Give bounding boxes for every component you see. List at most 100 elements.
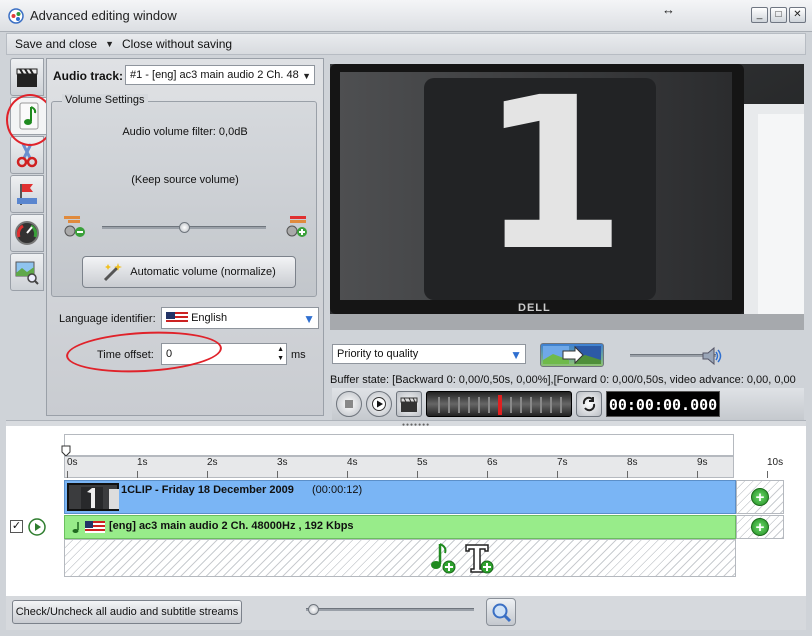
time-ruler[interactable]: 0s1s2s3s4s5s6s7s8s9s10s11s (64, 456, 783, 478)
video-thumbnail (67, 483, 119, 511)
language-select[interactable]: English ▼ (161, 307, 319, 329)
keep-source-text: (Keep source volume) (131, 174, 239, 186)
preview-mode-button[interactable] (540, 343, 604, 367)
tab-quality[interactable] (10, 214, 44, 252)
decrement-arrow-icon[interactable]: ▼ (277, 354, 284, 363)
automatic-volume-button[interactable]: Automatic volume (normalize) (82, 256, 296, 288)
ruler-tick: 5s (417, 457, 428, 478)
ruler-tick: 8s (627, 457, 638, 478)
video-track[interactable]: 1CLIP - Friday 18 December 2009 (00:00:1… (64, 480, 736, 514)
frame-step-button[interactable] (396, 391, 422, 417)
tab-cut[interactable] (10, 136, 44, 174)
audio-track-checkbox[interactable]: ✓ (10, 520, 23, 533)
volume-settings-group: Volume Settings Audio volume filter: 0,0… (51, 94, 317, 297)
tab-audio[interactable] (10, 97, 46, 135)
audio-track-label: Audio track: (53, 69, 124, 83)
zoom-button[interactable] (486, 598, 516, 626)
ruler-tick: 4s (347, 457, 358, 478)
title-bar: Advanced editing window ↔ _ □ ✕ (0, 0, 812, 32)
timeline-scroll-area[interactable] (61, 434, 734, 457)
ruler-tick: 7s (557, 457, 568, 478)
menu-bar: Save and close ▼ Close without saving (6, 33, 806, 55)
close-window-button[interactable]: ✕ (789, 7, 806, 23)
add-subtitle-icon[interactable] (463, 542, 495, 574)
save-and-close-button[interactable]: Save and close (15, 37, 97, 51)
magic-wand-icon (104, 263, 123, 282)
tab-chapters[interactable] (10, 175, 44, 213)
tab-picture[interactable] (10, 253, 44, 291)
ruler-tick: 1s (137, 457, 148, 478)
audio-track[interactable]: [eng] ac3 main audio 2 Ch. 48000Hz , 192… (64, 515, 736, 539)
bottom-bar: Check/Uncheck all audio and subtitle str… (6, 596, 806, 630)
chevron-down-icon: ▼ (302, 71, 311, 81)
close-without-saving-button[interactable]: Close without saving (122, 37, 232, 51)
play-button[interactable] (366, 391, 392, 417)
empty-track-area[interactable] (64, 539, 736, 577)
jog-wheel[interactable] (426, 391, 572, 417)
audio-track-value: #1 - [eng] ac3 main audio 2 Ch. 48 (130, 69, 299, 81)
add-audio-cell: + (736, 515, 784, 539)
volume-filter-text: Audio volume filter: 0,0dB (122, 126, 248, 138)
music-note-icon (72, 522, 79, 533)
chevron-down-icon: ▼ (303, 312, 315, 326)
ruler-tick: 9s (697, 457, 708, 478)
ruler-tick: 10s (767, 457, 784, 478)
timeline: 0s1s2s3s4s5s6s7s8s9s10s11s 1CLIP - Frida… (6, 426, 806, 596)
timecode-display: 00:00:00.000 (606, 391, 720, 417)
ruler-tick: 6s (487, 457, 498, 478)
gauge-icon (15, 221, 39, 245)
audio-track-select[interactable]: #1 - [eng] ac3 main audio 2 Ch. 48 ▼ (125, 65, 315, 85)
stop-icon (345, 400, 353, 408)
app-logo-icon (8, 8, 24, 24)
increment-arrow-icon[interactable]: ▲ (277, 345, 284, 354)
save-dropdown-icon[interactable]: ▼ (105, 39, 114, 49)
automatic-volume-label: Automatic volume (normalize) (130, 266, 276, 278)
speaker-icon[interactable] (701, 346, 723, 366)
jog-ridges (438, 395, 562, 415)
film-clapper-icon (400, 397, 418, 412)
time-offset-input[interactable]: 0 ▲ ▼ (161, 343, 287, 365)
ruler-tick: 0s (67, 457, 78, 478)
ruler-tick: 3s (277, 457, 288, 478)
time-offset-unit: ms (291, 349, 306, 361)
clapperboard-icon (16, 68, 38, 87)
tab-video[interactable] (10, 58, 44, 96)
time-offset-value: 0 (166, 348, 173, 360)
us-flag-icon (166, 312, 188, 325)
language-label: Language identifier: (59, 313, 156, 325)
add-video-button[interactable]: + (751, 488, 769, 506)
loop-button[interactable] (576, 391, 602, 417)
volume-slider-knob[interactable] (179, 222, 190, 233)
video-clip-duration: (00:00:12) (312, 484, 363, 496)
stop-button[interactable] (336, 391, 362, 417)
audio-play-icon[interactable] (28, 518, 46, 536)
volume-up-icon[interactable] (284, 214, 310, 238)
picture-zoom-icon (15, 261, 39, 285)
time-offset-label: Time offset: (97, 349, 154, 361)
us-flag-icon (85, 521, 105, 533)
minimize-button[interactable]: _ (751, 7, 768, 23)
timeline-zoom-slider[interactable] (306, 608, 474, 611)
check-uncheck-all-button[interactable]: Check/Uncheck all audio and subtitle str… (12, 600, 242, 624)
add-audio-button[interactable]: + (751, 518, 769, 536)
play-icon (372, 397, 386, 411)
add-video-cell: + (736, 480, 784, 514)
transition-arrow-icon (543, 345, 601, 365)
volume-down-icon[interactable] (62, 214, 88, 238)
timeline-zoom-knob[interactable] (307, 604, 319, 615)
add-audio-icon[interactable] (427, 542, 457, 574)
audio-clip-title: [eng] ac3 main audio 2 Ch. 48000Hz , 192… (109, 520, 354, 532)
volume-settings-title: Volume Settings (62, 94, 148, 106)
transport-bar: 00:00:00.000 (332, 388, 804, 420)
video-preview[interactable]: 1 DELL (330, 64, 804, 330)
quality-select[interactable]: Priority to quality ▼ (332, 344, 526, 364)
language-value: English (191, 312, 228, 324)
loop-icon (582, 396, 596, 412)
screen-digit: 1 (480, 64, 627, 297)
maximize-button[interactable]: □ (770, 7, 787, 23)
quality-value: Priority to quality (337, 348, 419, 360)
music-note-icon (19, 102, 38, 130)
audio-settings-panel: Audio track: #1 - [eng] ac3 main audio 2… (46, 58, 324, 416)
scissors-icon (16, 143, 38, 168)
resize-cursor-icon: ↔ (662, 2, 675, 17)
